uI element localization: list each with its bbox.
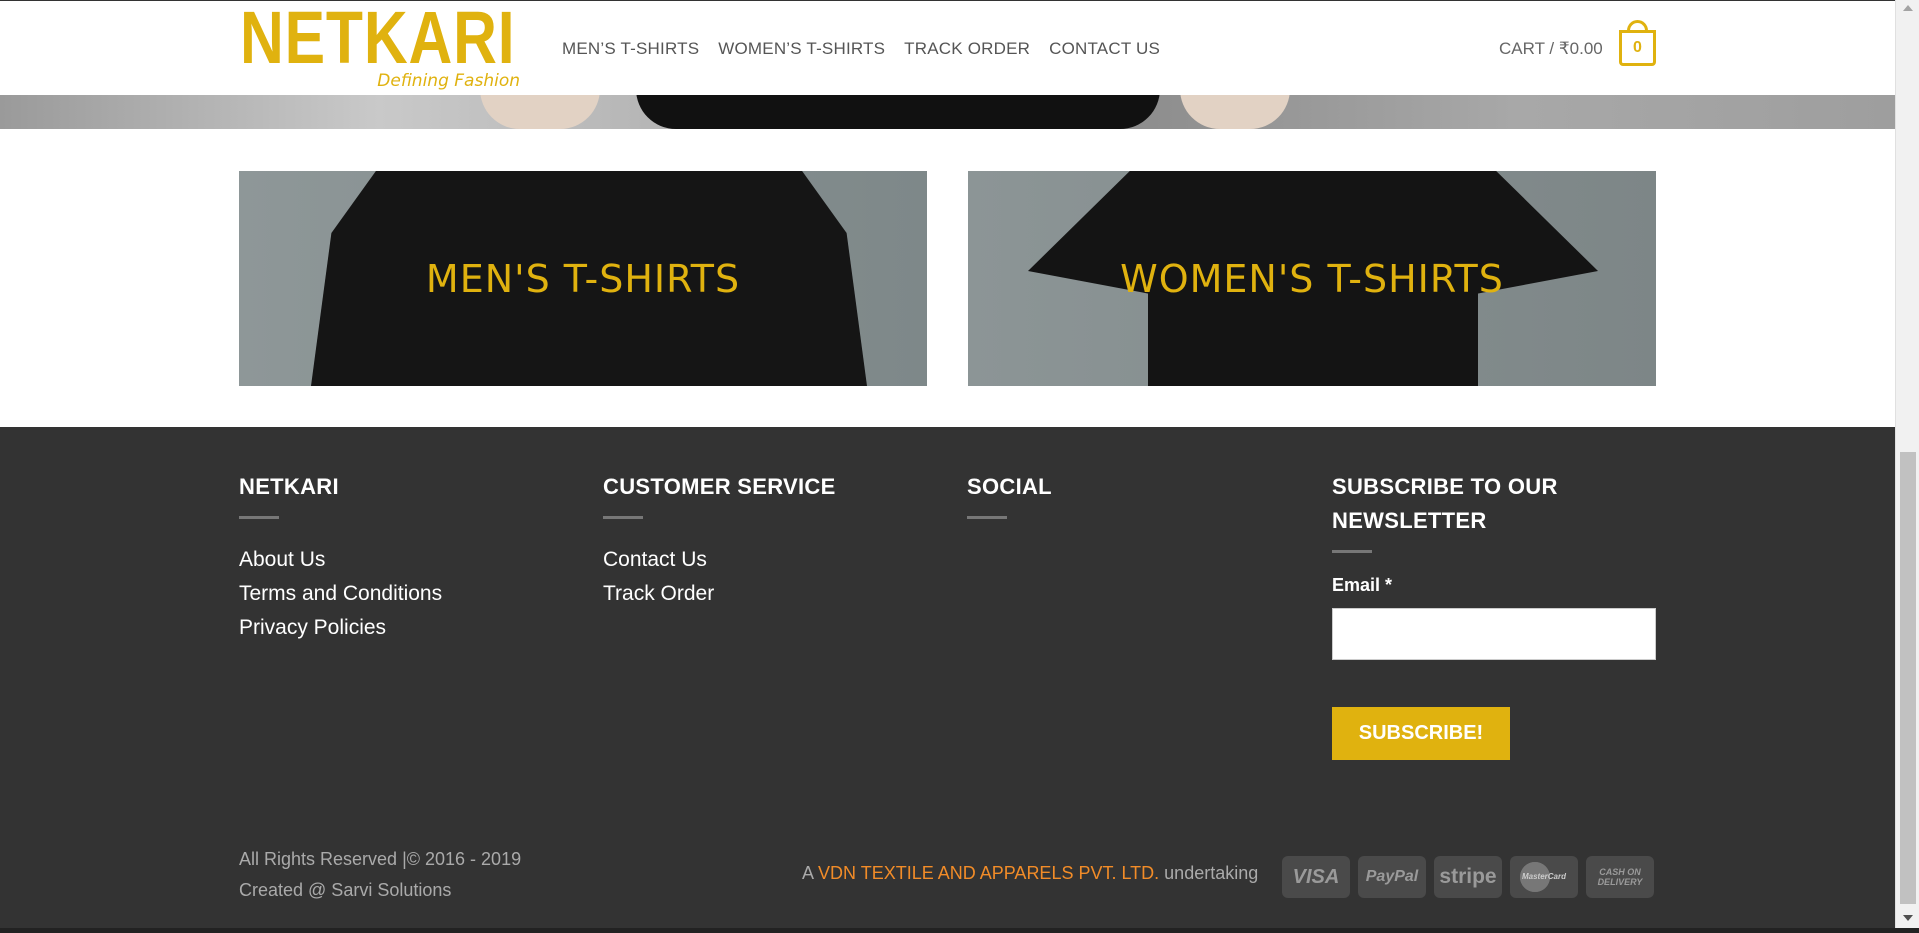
- heading-divider: [1332, 550, 1372, 553]
- company-credit: A VDN TEXTILE AND APPARELS PVT. LTD. und…: [802, 863, 1258, 884]
- site-logo[interactable]: NETKARI Defining Fashion: [240, 0, 520, 96]
- footer-col-social: SOCIAL: [967, 470, 1052, 543]
- footer-link-about-us[interactable]: About Us: [239, 543, 442, 577]
- mens-banner-label: MEN'S T-SHIRTS: [425, 257, 741, 301]
- nav-womens-tshirts[interactable]: WOMEN’S T-SHIRTS: [718, 39, 885, 59]
- mastercard-circles: MasterCard: [1520, 862, 1568, 892]
- womens-banner-label: WOMEN'S T-SHIRTS: [1120, 257, 1504, 301]
- footer-link-terms[interactable]: Terms and Conditions: [239, 577, 442, 611]
- paypal-icon: PayPal: [1358, 856, 1426, 898]
- mastercard-label: MasterCard: [1521, 872, 1566, 881]
- cart-count-badge[interactable]: 0: [1619, 30, 1656, 66]
- main-nav: MEN’S T-SHIRTS WOMEN’S T-SHIRTS TRACK OR…: [562, 39, 1160, 59]
- copyright-block: All Rights Reserved |© 2016 - 2019 Creat…: [239, 844, 521, 906]
- window-bottom-edge: [0, 928, 1919, 933]
- nav-mens-tshirts[interactable]: MEN’S T-SHIRTS: [562, 39, 699, 59]
- vertical-scrollbar[interactable]: [1895, 0, 1919, 933]
- heading-divider: [239, 516, 279, 519]
- nav-track-order[interactable]: TRACK ORDER: [904, 39, 1030, 59]
- email-field-label: Email *: [1332, 575, 1393, 595]
- cart-link[interactable]: CART / ₹0.00: [1499, 39, 1603, 59]
- scroll-down-arrow-icon[interactable]: [1903, 915, 1913, 921]
- mastercard-icon: MasterCard: [1510, 856, 1578, 898]
- nav-contact-us[interactable]: CONTACT US: [1049, 39, 1160, 59]
- company-suffix: undertaking: [1164, 863, 1259, 883]
- stripe-icon: stripe: [1434, 856, 1502, 898]
- page: NETKARI Defining Fashion MEN’S T-SHIRTS …: [0, 0, 1895, 933]
- footer-col-netkari: NETKARI About Us Terms and Conditions Pr…: [239, 470, 442, 645]
- site-footer: NETKARI About Us Terms and Conditions Pr…: [0, 427, 1895, 933]
- footer-col-newsletter: SUBSCRIBE TO OUR NEWSLETTER Email * SUBS…: [1332, 470, 1657, 760]
- visa-icon: VISA: [1282, 856, 1350, 898]
- footer-heading-newsletter: SUBSCRIBE TO OUR NEWSLETTER: [1332, 474, 1558, 533]
- heading-divider: [603, 516, 643, 519]
- cash-on-delivery-icon: CASH ON DELIVERY: [1586, 856, 1654, 898]
- created-by-text: Created @ Sarvi Solutions: [239, 880, 452, 900]
- womens-tshirts-banner[interactable]: WOMEN'S T-SHIRTS: [968, 171, 1656, 386]
- scroll-up-arrow-icon[interactable]: [1903, 5, 1913, 11]
- mens-tshirts-banner[interactable]: MEN'S T-SHIRTS: [239, 171, 927, 386]
- company-link[interactable]: VDN TEXTILE AND APPARELS PVT. LTD.: [818, 863, 1159, 883]
- payment-icons: VISA PayPal stripe MasterCard CASH ON DE…: [1282, 856, 1654, 898]
- scrollbar-thumb[interactable]: [1900, 452, 1916, 904]
- footer-link-track-order[interactable]: Track Order: [603, 577, 836, 611]
- footer-col-customer-service: CUSTOMER SERVICE Contact Us Track Order: [603, 470, 836, 611]
- footer-heading-customer-service: CUSTOMER SERVICE: [603, 474, 836, 499]
- footer-link-contact-us[interactable]: Contact Us: [603, 543, 836, 577]
- logo-tagline: Defining Fashion: [377, 71, 520, 91]
- logo-wordmark: NETKARI: [240, 0, 516, 79]
- copyright-text: All Rights Reserved |© 2016 - 2019: [239, 849, 522, 869]
- footer-heading-netkari: NETKARI: [239, 474, 339, 499]
- site-header: NETKARI Defining Fashion MEN’S T-SHIRTS …: [0, 0, 1895, 95]
- newsletter-email-input[interactable]: [1332, 608, 1656, 660]
- heading-divider: [967, 516, 1007, 519]
- footer-heading-social: SOCIAL: [967, 474, 1052, 499]
- footer-link-privacy[interactable]: Privacy Policies: [239, 611, 442, 645]
- company-prefix: A: [802, 863, 814, 883]
- subscribe-button[interactable]: SUBSCRIBE!: [1332, 707, 1510, 760]
